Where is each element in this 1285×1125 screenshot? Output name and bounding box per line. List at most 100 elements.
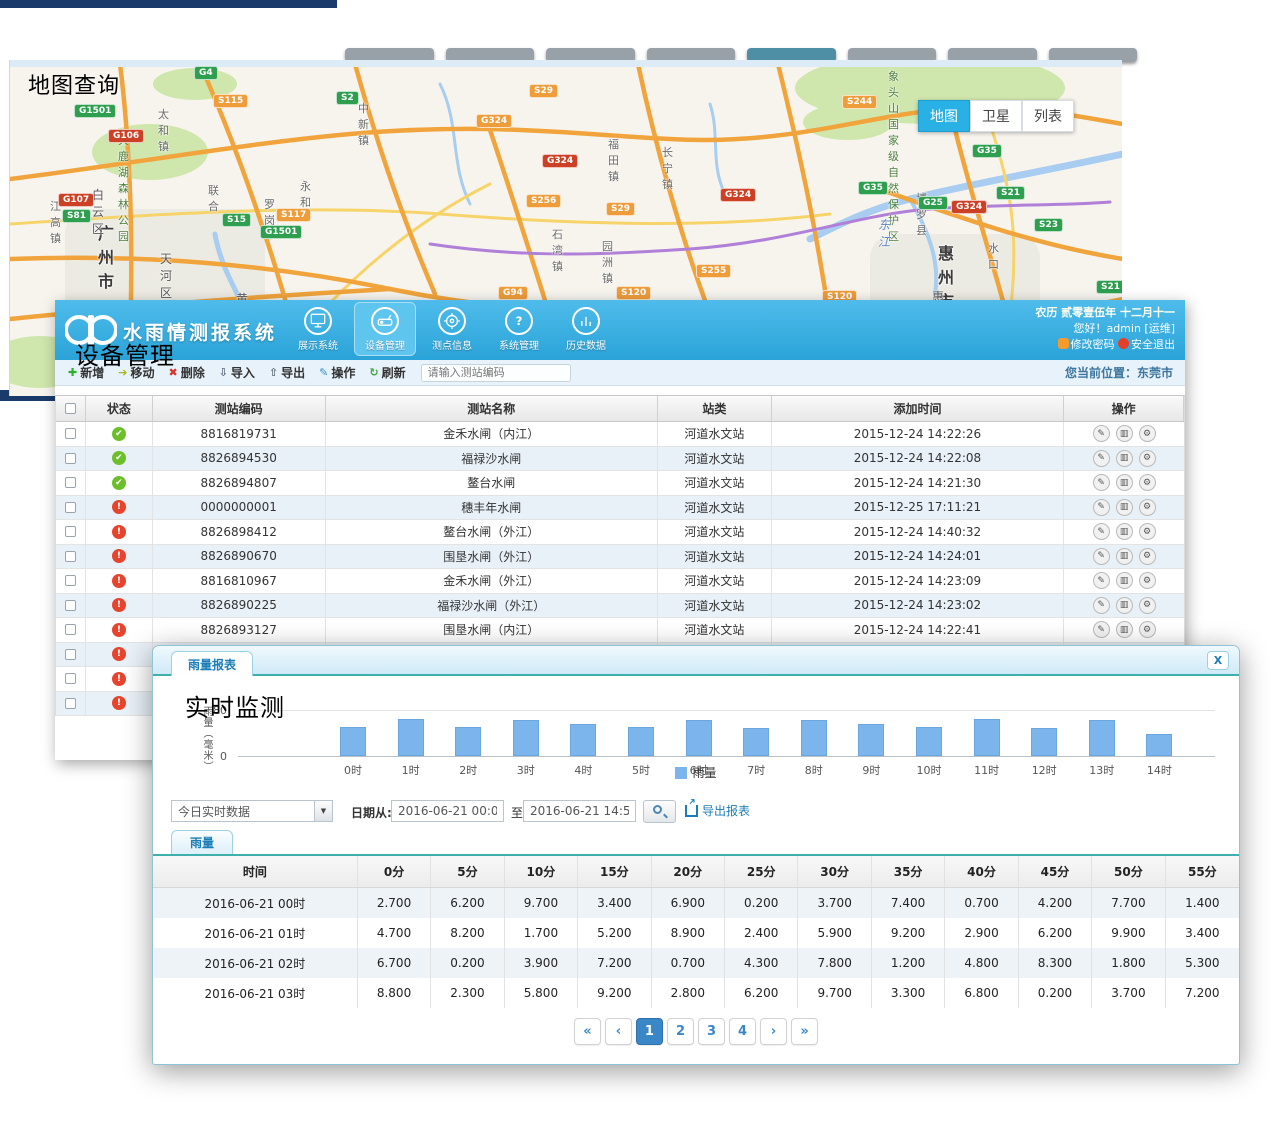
delete-icon[interactable]: ▥	[1116, 523, 1133, 540]
nav-item-monitor[interactable]: 展示系统	[287, 302, 349, 356]
edit-icon[interactable]: ✎	[1093, 523, 1110, 540]
status-cell: !	[86, 594, 153, 618]
row-checkbox[interactable]	[65, 453, 76, 464]
road-shield: G94	[498, 286, 528, 300]
row-checkbox[interactable]	[65, 624, 76, 635]
popup-tab-bar: 雨量报表 X	[153, 646, 1239, 676]
settings-icon[interactable]: ⚙	[1139, 621, 1156, 638]
road-shield: S29	[529, 84, 558, 98]
change-password-link[interactable]: 修改密码	[1071, 338, 1115, 351]
toolbar-button-exp[interactable]: ⇧导出	[264, 362, 310, 383]
edit-icon[interactable]: ✎	[1093, 597, 1110, 614]
row-checkbox[interactable]	[65, 600, 76, 611]
road-shield: G4	[194, 66, 218, 80]
page-button-2[interactable]: 2	[667, 1018, 694, 1045]
toolbar-button-imp[interactable]: ⇩导入	[214, 362, 260, 383]
row-checkbox[interactable]	[65, 428, 76, 439]
delete-icon[interactable]: ▥	[1116, 572, 1133, 589]
date-from-input[interactable]	[391, 800, 504, 822]
settings-icon[interactable]: ⚙	[1139, 523, 1156, 540]
export-report-link[interactable]: 导出报表	[685, 802, 750, 819]
data-cell: 金禾水闸（外江）	[326, 569, 658, 593]
delete-icon[interactable]: ▥	[1116, 425, 1133, 442]
edit-icon[interactable]: ✎	[1093, 499, 1110, 516]
delete-icon[interactable]: ▥	[1116, 597, 1133, 614]
edit-icon[interactable]: ✎	[1093, 548, 1110, 565]
logout-link[interactable]: 安全退出	[1131, 338, 1175, 351]
page-button-3[interactable]: 3	[698, 1018, 725, 1045]
realtime-monitoring-overlay-label: 实时监测	[185, 688, 285, 723]
nav-item-target[interactable]: 测点信息	[421, 302, 483, 356]
tab-rainfall[interactable]: 雨量	[171, 830, 233, 854]
edit-icon[interactable]: ✎	[1093, 621, 1110, 638]
actions-cell: ✎ ▥ ⚙	[1064, 618, 1184, 642]
edit-icon[interactable]: ✎	[1093, 474, 1110, 491]
settings-icon[interactable]: ⚙	[1139, 450, 1156, 467]
row-checkbox[interactable]	[65, 551, 76, 562]
value-cell: 5.300	[1166, 948, 1239, 978]
page-button-4[interactable]: 4	[729, 1018, 756, 1045]
row-checkbox[interactable]	[65, 698, 76, 709]
next-page-button[interactable]: ›	[760, 1018, 787, 1045]
edit-icon[interactable]: ✎	[1093, 572, 1110, 589]
delete-icon[interactable]: ▥	[1116, 450, 1133, 467]
data-range-select[interactable]: 今日实时数据 ▼	[171, 800, 333, 822]
station-code-search-input[interactable]	[421, 364, 571, 382]
settings-icon[interactable]: ⚙	[1139, 572, 1156, 589]
row-checkbox[interactable]	[65, 673, 76, 684]
toolbar-button-op[interactable]: ✎操作	[314, 362, 360, 383]
tab-rainfall-report[interactable]: 雨量报表	[171, 651, 253, 676]
road-shield: S120	[616, 286, 651, 300]
edit-icon[interactable]: ✎	[1093, 425, 1110, 442]
device-management-overlay-label: 设备管理	[75, 336, 175, 371]
search-button[interactable]	[643, 800, 676, 823]
settings-icon[interactable]: ⚙	[1139, 597, 1156, 614]
data-cell: 8816819731	[153, 422, 326, 446]
table-row: ✔8816819731金禾水闸（内江）河道水文站2015-12-24 14:22…	[56, 422, 1184, 447]
map-view-button-地图[interactable]: 地图	[918, 100, 970, 132]
row-checkbox[interactable]	[65, 477, 76, 488]
settings-icon[interactable]: ⚙	[1139, 548, 1156, 565]
status-ok-icon: ✔	[112, 427, 126, 441]
last-page-button[interactable]: »	[791, 1018, 818, 1045]
value-cell: 2.300	[431, 978, 504, 1008]
value-cell: 8.300	[1019, 948, 1092, 978]
delete-icon[interactable]: ▥	[1116, 621, 1133, 638]
page-button-1[interactable]: 1	[636, 1018, 663, 1045]
time-cell: 2016-06-21 00时	[153, 888, 358, 918]
toolbar-button-ref[interactable]: ↻刷新	[364, 362, 410, 383]
row-checkbox[interactable]	[65, 502, 76, 513]
nav-item-device[interactable]: 设备管理	[354, 302, 416, 356]
row-checkbox-cell	[56, 520, 86, 544]
value-cell: 6.200	[431, 888, 504, 918]
road-shield: S2	[336, 91, 359, 105]
road-shield: S21	[1096, 280, 1122, 294]
ref-icon: ↻	[369, 366, 378, 379]
map-label-district: 天河区	[160, 250, 172, 301]
settings-icon[interactable]: ⚙	[1139, 474, 1156, 491]
row-checkbox[interactable]	[65, 526, 76, 537]
settings-icon[interactable]: ⚙	[1139, 499, 1156, 516]
nav-item-chart[interactable]: 历史数据	[555, 302, 617, 356]
map-view-button-列表[interactable]: 列表	[1022, 100, 1074, 132]
settings-icon[interactable]: ⚙	[1139, 425, 1156, 442]
nav-item-help[interactable]: ?系统管理	[488, 302, 550, 356]
first-page-button[interactable]: «	[574, 1018, 601, 1045]
data-cell: 0000000001	[153, 496, 326, 520]
rain-bar	[1031, 728, 1057, 756]
row-checkbox[interactable]	[65, 649, 76, 660]
delete-icon[interactable]: ▥	[1116, 499, 1133, 516]
close-icon[interactable]: X	[1207, 651, 1229, 670]
rain-bar	[1146, 734, 1172, 756]
rainfall-bar-chart: 80 0 雨量（毫米） 0时1时2时3时4时5时6时7时8时9时10时11时12…	[153, 676, 1239, 768]
status-cell: ✔	[86, 422, 153, 446]
status-cell: ✔	[86, 471, 153, 495]
row-checkbox[interactable]	[65, 575, 76, 586]
date-to-input[interactable]	[523, 800, 636, 822]
edit-icon[interactable]: ✎	[1093, 450, 1110, 467]
status-ok-icon: ✔	[112, 451, 126, 465]
delete-icon[interactable]: ▥	[1116, 548, 1133, 565]
delete-icon[interactable]: ▥	[1116, 474, 1133, 491]
map-view-button-卫星[interactable]: 卫星	[970, 100, 1022, 132]
prev-page-button[interactable]: ‹	[605, 1018, 632, 1045]
